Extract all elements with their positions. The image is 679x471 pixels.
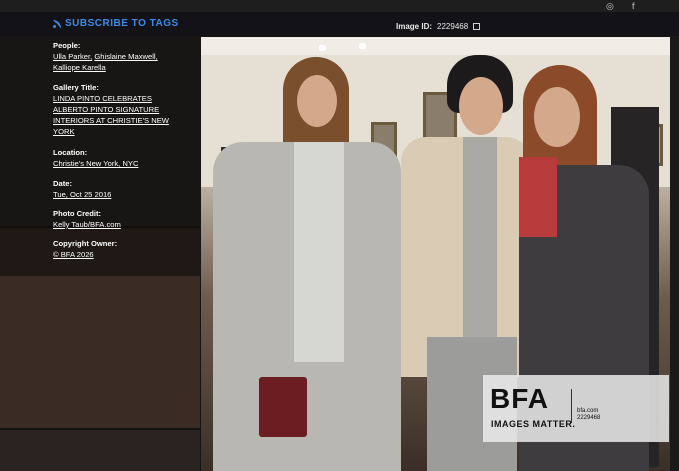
subscribe-label: SUBSCRIBE TO TAGS [65, 18, 179, 29]
subscribe-to-tags-link[interactable]: SUBSCRIBE TO TAGS [53, 18, 179, 29]
gallery-title-line: YORK [53, 127, 75, 136]
background-tile [0, 430, 200, 471]
red-clutch [259, 377, 307, 437]
photo-credit-field: Photo Credit: Kelly Taub/BFA.com [53, 208, 188, 230]
gallery-title-line: INTERIORS AT CHRISTIE'S NEW [53, 116, 169, 125]
date-link[interactable]: Tue, Oct 25 2016 [53, 189, 188, 200]
person-scarf [463, 137, 497, 337]
copyright-link[interactable]: © BFA 2026 [53, 249, 188, 260]
person-link[interactable]: Ulla Parker, [53, 52, 92, 61]
gallery-title-link[interactable]: LINDA PINTO CELEBRATES ALBERTO PINTO SIG… [53, 93, 188, 137]
watermark-site-url: bfa.com [577, 408, 599, 414]
bfa-tagline: IMAGES MATTER. [491, 419, 576, 429]
bfa-logo: BFA [490, 383, 549, 414]
person-face [459, 77, 503, 135]
image-id-label: Image ID: [396, 22, 433, 31]
location-link[interactable]: Christie's New York, NYC [53, 158, 188, 169]
bfa-watermark: BFA IMAGES MATTER. bfa.com 2229468 [483, 375, 669, 442]
gallery-title-line: ALBERTO PINTO SIGNATURE [53, 105, 160, 114]
person-face [534, 87, 580, 147]
watermark-site: bfa.com 2229468 [577, 408, 600, 422]
people-field: People: Ulla Parker, Ghislaine Maxwell, … [53, 40, 188, 73]
ceiling-light [359, 43, 366, 49]
gallery-ceiling [201, 37, 670, 55]
photo-credit-heading: Photo Credit: [53, 209, 102, 218]
gallery-title-line: LINDA PINTO CELEBRATES [53, 94, 152, 103]
person-sweater [294, 142, 344, 362]
person-face [297, 75, 337, 127]
image-id: Image ID: 2229468 [396, 22, 481, 31]
person-scarf [519, 157, 557, 237]
copyright-field: Copyright Owner: © BFA 2026 [53, 238, 188, 260]
watermark-divider [571, 389, 572, 423]
date-field: Date: Tue, Oct 25 2016 [53, 178, 188, 200]
ceiling-light [319, 45, 326, 51]
location-heading: Location: [53, 148, 88, 157]
instagram-icon[interactable]: ◎ [606, 1, 614, 12]
copyright-heading: Copyright Owner: [53, 239, 118, 248]
background-tile [670, 36, 679, 471]
people-heading: People: [53, 41, 81, 50]
image-id-value: 2229468 [437, 22, 469, 31]
rss-icon [53, 19, 61, 28]
facebook-icon[interactable]: f [632, 1, 635, 11]
gallery-title-heading: Gallery Title: [53, 83, 99, 92]
photo-credit-link[interactable]: Kelly Taub/BFA.com [53, 219, 188, 230]
gallery-title-field: Gallery Title: LINDA PINTO CELEBRATES AL… [53, 82, 188, 137]
person-link[interactable]: Ghislaine Maxwell, [94, 52, 157, 61]
location-field: Location: Christie's New York, NYC [53, 147, 188, 169]
watermark-image-id: 2229468 [577, 415, 601, 421]
top-nav-bar: ◎ f [0, 0, 679, 12]
person-link[interactable]: Kalliope Karella [53, 62, 188, 73]
date-heading: Date: [53, 179, 72, 188]
checkbox-icon[interactable] [473, 23, 481, 30]
